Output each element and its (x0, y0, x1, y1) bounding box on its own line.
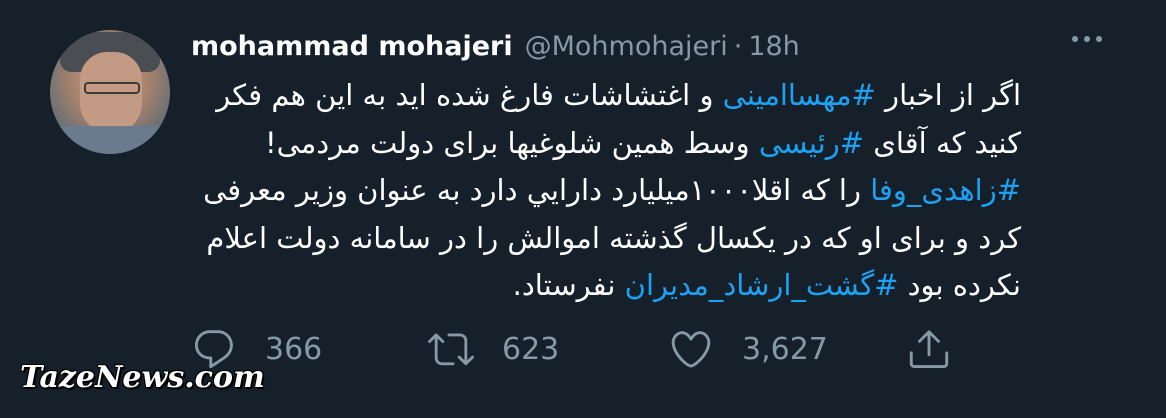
tweet-text-segment: وسط همین شلوغیها برای دولت مردمی! (264, 125, 759, 160)
like-icon (671, 331, 711, 368)
tweet-line: کرد و برای او که در یکسال گذشته اموالش ر… (205, 215, 1021, 263)
tweet-time[interactable]: 18h (748, 31, 799, 62)
author-avatar[interactable] (50, 30, 170, 154)
hashtag-link[interactable]: #گشت_ارشاد_مدیران (625, 268, 899, 302)
avatar-shirt (50, 126, 170, 154)
tweet-text-segment: کنید که آقای (864, 125, 1021, 160)
avatar-glasses (84, 82, 140, 94)
share-icon (909, 330, 949, 369)
retweet-button[interactable]: 623 (428, 326, 559, 372)
hashtag-link[interactable]: #زاهدی_وفا (870, 173, 1021, 207)
tweet-text-segment: را که اقلا۱۰۰۰میلیارد دارايي دارد به عنو… (203, 173, 871, 208)
reply-count: 366 (265, 331, 323, 367)
tweet-line: نکرده بود #گشت_ارشاد_مدیران نفرستاد. (205, 262, 1021, 310)
more-icon[interactable] (1072, 36, 1102, 42)
tweet-line: #زاهدی_وفا را که اقلا۱۰۰۰میلیارد دارايي … (203, 167, 1021, 215)
tweet-line: اگر از اخبار #مهساامینی و اغتشاشات فارغ … (205, 72, 1021, 120)
author-handle[interactable]: @Mohmohajeri (525, 31, 728, 62)
author-name[interactable]: mohammad mohajeri (191, 31, 513, 62)
share-button[interactable] (906, 326, 952, 372)
more-dot (1096, 36, 1102, 42)
hashtag-link[interactable]: #رئیسی (759, 126, 864, 160)
tweet-header: mohammad mohajeri @Mohmohajeri · 18h (191, 26, 800, 66)
tweet-line: کنید که آقای #رئیسی وسط همین شلوغیها برا… (205, 120, 1021, 168)
more-dot (1072, 36, 1078, 42)
like-count: 3,627 (742, 331, 828, 367)
retweet-icon (428, 333, 474, 366)
tweet-text-segment: نفرستاد. (512, 268, 625, 303)
tweet-text-segment: نکرده بود (898, 268, 1021, 303)
tweet-text-segment: اگر از اخبار (875, 78, 1021, 112)
retweet-count: 623 (502, 331, 560, 367)
tweet-text-segment: و اغتشاشات فارغ شده اید به این هم فکر (216, 78, 723, 112)
hashtag-link[interactable]: #مهساامینی (723, 78, 876, 112)
header-separator: · (733, 30, 743, 62)
tweet-text-segment: کرد و برای او که در یکسال گذشته اموالش ر… (206, 220, 1021, 255)
more-dot (1084, 36, 1090, 42)
like-button[interactable]: 3,627 (668, 326, 828, 372)
watermark-logo: TazeNews.com (20, 360, 265, 395)
tweet-text: اگر از اخبار #مهساامینی و اغتشاشات فارغ … (203, 72, 1021, 310)
